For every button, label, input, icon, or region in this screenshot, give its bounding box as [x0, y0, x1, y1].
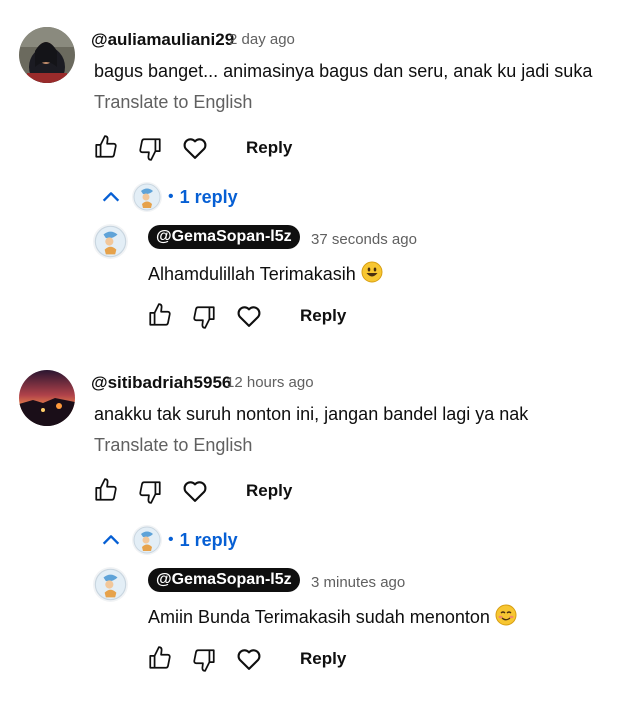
- reply-button[interactable]: Reply: [300, 649, 346, 669]
- reply-time[interactable]: 3 minutes ago: [311, 574, 405, 591]
- reply-text: Amiin Bunda Terimakasih sudah menonton: [148, 607, 490, 627]
- comment-thread: @sitibadriah5956 12 hours ago anakku tak…: [0, 343, 640, 686]
- reply-button[interactable]: Reply: [246, 481, 292, 501]
- comment-time[interactable]: 12 hours ago: [226, 374, 314, 391]
- heart-icon[interactable]: [181, 134, 209, 162]
- like-icon[interactable]: [93, 477, 119, 503]
- creator-avatar: [132, 182, 162, 212]
- creator-avatar: [132, 525, 162, 555]
- comment-text: bagus banget... animasinya bagus dan ser…: [94, 61, 593, 81]
- replies-toggle[interactable]: • 1 reply: [100, 180, 238, 214]
- grinning-face-emoji: [361, 261, 383, 283]
- creator-badge[interactable]: @GemaSopan-l5z: [148, 568, 300, 592]
- chevron-up-icon: [102, 192, 120, 202]
- replies-toggle[interactable]: • 1 reply: [100, 523, 238, 557]
- comment-author[interactable]: @auliamauliani29: [91, 30, 234, 50]
- heart-icon[interactable]: [181, 477, 209, 505]
- replies-count[interactable]: 1 reply: [180, 187, 238, 208]
- reply-text-row: Alhamdulillah Terimakasih: [148, 261, 383, 285]
- comment-text: anakku tak suruh nonton ini, jangan band…: [94, 404, 529, 424]
- comment-author[interactable]: @sitibadriah5956: [91, 373, 231, 393]
- reply-text: Alhamdulillah Terimakasih: [148, 264, 356, 284]
- replies-count[interactable]: 1 reply: [180, 530, 238, 551]
- dislike-icon[interactable]: [137, 136, 163, 162]
- reply-avatar[interactable]: [93, 567, 128, 602]
- reply-time[interactable]: 37 seconds ago: [311, 231, 417, 248]
- separator-dot: •: [168, 531, 174, 548]
- like-icon[interactable]: [147, 645, 173, 671]
- translate-link[interactable]: Translate to English: [94, 92, 252, 113]
- reply-text-row: Amiin Bunda Terimakasih sudah menonton: [148, 604, 517, 628]
- reply-button[interactable]: Reply: [300, 306, 346, 326]
- translate-link[interactable]: Translate to English: [94, 435, 252, 456]
- heart-icon[interactable]: [235, 645, 263, 673]
- like-icon[interactable]: [93, 134, 119, 160]
- dislike-icon[interactable]: [191, 647, 217, 673]
- avatar[interactable]: [19, 370, 75, 426]
- chevron-up-icon: [102, 535, 120, 545]
- dislike-icon[interactable]: [191, 304, 217, 330]
- reply-button[interactable]: Reply: [246, 138, 292, 158]
- like-icon[interactable]: [147, 302, 173, 328]
- smiling-face-emoji: [495, 604, 517, 626]
- creator-badge[interactable]: @GemaSopan-l5z: [148, 225, 300, 249]
- reply-avatar[interactable]: [93, 224, 128, 259]
- heart-icon[interactable]: [235, 302, 263, 330]
- comment-time[interactable]: 2 day ago: [229, 31, 295, 48]
- dislike-icon[interactable]: [137, 479, 163, 505]
- separator-dot: •: [168, 188, 174, 205]
- avatar[interactable]: [19, 27, 75, 83]
- comment-thread: @auliamauliani29 2 day ago bagus banget.…: [0, 0, 640, 343]
